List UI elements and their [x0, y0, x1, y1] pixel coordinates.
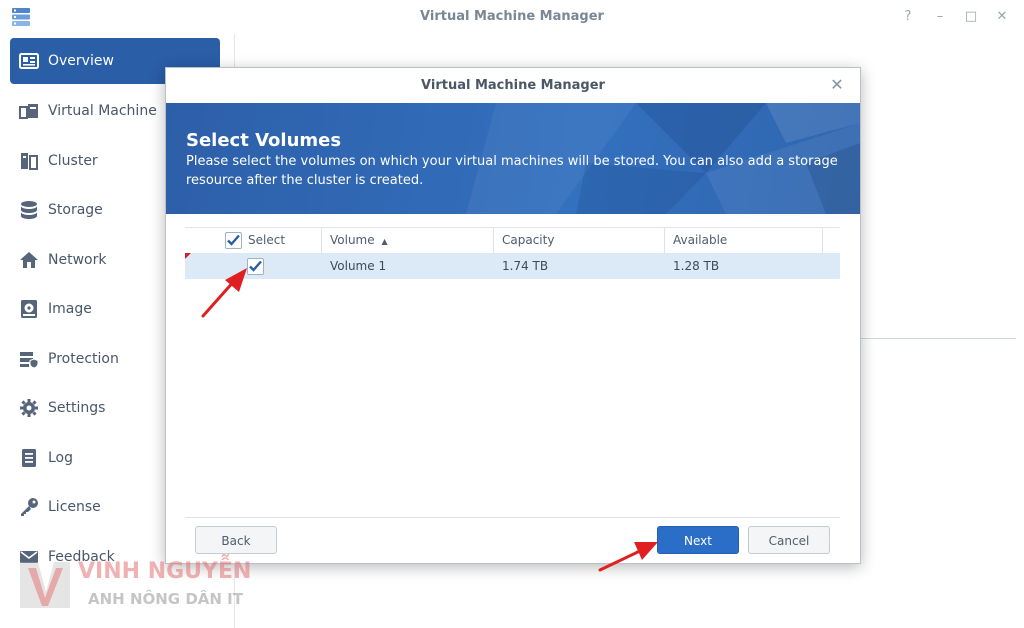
log-icon [22, 449, 36, 467]
grid-header: Select Volume ▲ Capacity Available [185, 227, 840, 254]
wizard-banner: Select Volumes Please select the volumes… [166, 103, 860, 214]
cluster-icon [21, 153, 38, 170]
select-all-checkbox[interactable] [225, 232, 242, 249]
watermark-logo [20, 562, 70, 608]
select-volumes-dialog: Virtual Machine Manager ✕ Select Volumes… [165, 67, 861, 564]
overview-icon [19, 53, 39, 69]
image-icon [21, 300, 37, 318]
sidebar-item-label: Cluster [48, 153, 98, 169]
column-header-volume[interactable]: Volume ▲ [322, 228, 494, 253]
sort-ascending-icon: ▲ [381, 237, 388, 246]
next-button[interactable]: Next [657, 526, 739, 554]
watermark-line2: ANH NÔNG DÂN IT [88, 590, 243, 608]
minimize-icon[interactable]: – [931, 8, 949, 26]
column-header-available[interactable]: Available [665, 228, 823, 253]
sidebar-item-label: Virtual Machine [48, 103, 157, 119]
table-row[interactable]: Volume 1 1.74 TB 1.28 TB [185, 253, 840, 279]
available-cell: 1.28 TB [673, 259, 720, 273]
sidebar-item-label: Image [48, 301, 92, 317]
watermark-line1: VINH NGUYỄN [78, 559, 252, 584]
background-panel-divider [860, 338, 1016, 339]
maximize-icon[interactable]: □ [962, 8, 980, 26]
annotation-arrow-checkbox [201, 268, 247, 318]
sidebar-item-label: Protection [48, 351, 119, 367]
column-header-label: Capacity [502, 233, 555, 247]
network-icon [20, 252, 38, 268]
sidebar-item-label: Network [48, 252, 107, 268]
sidebar-item-label: Log [48, 450, 74, 466]
license-icon [21, 498, 38, 516]
banner-description: Please select the volumes on which your … [186, 154, 838, 188]
column-header-label: Volume [330, 233, 375, 247]
column-header-label: Available [673, 233, 728, 247]
volume-cell: Volume 1 [330, 259, 387, 273]
protection-icon [20, 352, 39, 369]
sidebar-item-label: Settings [48, 400, 106, 416]
sidebar-item-label: License [48, 499, 101, 515]
banner-title: Select Volumes [186, 130, 342, 151]
close-window-icon[interactable]: ✕ [993, 8, 1011, 26]
column-header-select[interactable]: Select [185, 228, 322, 253]
dialog-close-icon[interactable]: ✕ [828, 76, 846, 94]
sidebar-item-label: Overview [48, 53, 114, 69]
watermark: VINH NGUYỄN ANH NÔNG DÂN IT [16, 558, 276, 618]
annotation-arrow-next [598, 542, 658, 572]
virtual-machine-icon [19, 104, 38, 119]
sidebar-item-label: Storage [48, 202, 103, 218]
settings-icon [20, 399, 38, 417]
capacity-cell: 1.74 TB [502, 259, 549, 273]
dirty-marker-icon [185, 253, 191, 259]
dialog-title: Virtual Machine Manager [421, 78, 605, 93]
help-icon[interactable]: ? [899, 8, 917, 26]
window-title: Virtual Machine Manager [420, 9, 604, 24]
cancel-button[interactable]: Cancel [748, 526, 830, 554]
checkmark-icon [227, 234, 240, 246]
window-titlebar: Virtual Machine Manager ? – □ ✕ [0, 0, 1024, 34]
back-button[interactable]: Back [195, 526, 277, 554]
footer-divider [185, 517, 840, 518]
column-header-label: Select [248, 233, 286, 247]
storage-icon [21, 201, 37, 219]
column-header-capacity[interactable]: Capacity [494, 228, 665, 253]
